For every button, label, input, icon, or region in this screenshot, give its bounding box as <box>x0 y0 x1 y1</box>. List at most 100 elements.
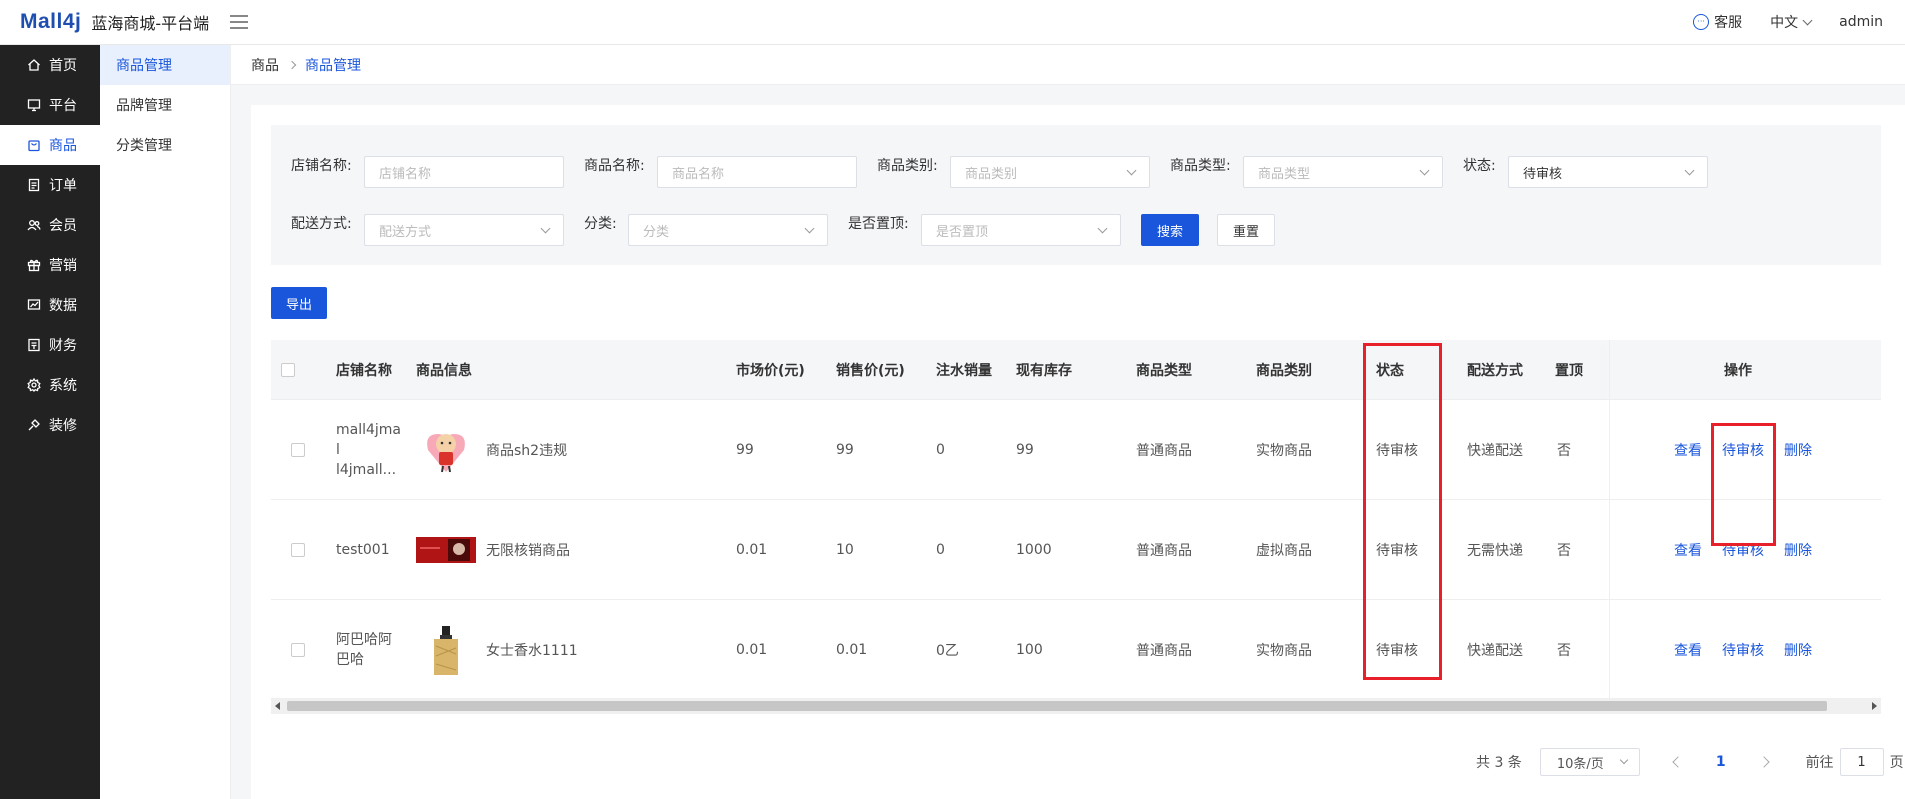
product-name-input[interactable]: 商品名称 <box>657 156 857 188</box>
product-type: 普通商品 <box>1136 443 1192 459</box>
sidebar-item-label: 数据 <box>49 298 77 314</box>
product-name: 商品sh2违规 <box>486 443 568 459</box>
sidebar-item-label: 装修 <box>49 418 77 434</box>
top-cell: 否 <box>1557 443 1571 459</box>
audit-button[interactable]: 待审核 <box>1722 540 1764 560</box>
document-icon <box>27 178 41 192</box>
gift-icon <box>27 258 41 272</box>
stock: 99 <box>1016 442 1034 458</box>
view-button[interactable]: 查看 <box>1674 440 1702 460</box>
shop-name: mall4jmal l4jmall... <box>336 422 402 478</box>
pinned-label: 是否置顶: <box>848 216 909 232</box>
chevron-right-icon <box>287 60 297 69</box>
menu-toggle-icon[interactable] <box>230 15 248 29</box>
col-status: 状态 <box>1376 363 1404 379</box>
prev-page-icon[interactable] <box>1672 756 1684 768</box>
row-checkbox[interactable] <box>291 543 305 557</box>
chevron-down-icon <box>540 223 551 234</box>
sidebar-item-data[interactable]: 数据 <box>0 285 100 325</box>
page-number[interactable]: 1 <box>1716 754 1726 770</box>
chevron-down-icon <box>1419 165 1430 176</box>
product-type-select[interactable]: 商品类型 <box>1243 156 1443 188</box>
pinned-select[interactable]: 是否置顶 <box>921 214 1121 246</box>
col-fake-sales: 注水销量 <box>936 363 992 379</box>
next-page-icon[interactable] <box>1757 756 1770 768</box>
main-card: 店铺名称: 店铺名称 商品名称: 商品名称 商品类别: 商品类别 商品类型: 商… <box>251 105 1905 799</box>
delete-button[interactable]: 删除 <box>1784 440 1812 460</box>
category-placeholder: 分类 <box>643 224 670 240</box>
horizontal-scrollbar[interactable] <box>271 698 1881 714</box>
fake-sales: 0乙 <box>936 643 959 659</box>
sidebar-item-products[interactable]: 商品 <box>0 125 100 165</box>
sidebar-item-label: 订单 <box>49 178 77 194</box>
export-button[interactable]: 导出 <box>271 287 327 319</box>
sidebar-item-orders[interactable]: 订单 <box>0 165 100 205</box>
language-label: 中文 <box>1770 15 1799 31</box>
submenu-item-brand-management[interactable]: 品牌管理 <box>100 85 230 125</box>
product-thumbnail <box>416 420 476 480</box>
sidebar-item-finance[interactable]: 财务 <box>0 325 100 365</box>
scroll-right-icon[interactable] <box>1872 702 1877 710</box>
page-size-select[interactable]: 10条/页 <box>1539 748 1640 776</box>
users-icon <box>27 218 41 232</box>
sidebar-item-marketing[interactable]: 营销 <box>0 245 100 285</box>
fake-sales: 0 <box>936 442 945 458</box>
product-thumbnail <box>416 537 476 563</box>
delete-button[interactable]: 删除 <box>1784 540 1812 560</box>
delivery-cell: 无需快递 <box>1467 543 1523 559</box>
sidebar-item-decoration[interactable]: 装修 <box>0 405 100 445</box>
sidebar-item-home[interactable]: 首页 <box>0 45 100 85</box>
sidebar-item-members[interactable]: 会员 <box>0 205 100 245</box>
sidebar-item-platform[interactable]: 平台 <box>0 85 100 125</box>
status-value: 待审核 <box>1523 166 1563 182</box>
shop-name-placeholder: 店铺名称 <box>379 166 432 182</box>
top-cell: 否 <box>1557 543 1571 559</box>
delivery-select[interactable]: 配送方式 <box>364 214 564 246</box>
audit-button[interactable]: 待审核 <box>1722 440 1764 460</box>
reset-button[interactable]: 重置 <box>1217 214 1275 246</box>
filter-panel: 店铺名称: 店铺名称 商品名称: 商品名称 商品类别: 商品类别 商品类型: 商… <box>271 125 1881 265</box>
support-link[interactable]: ··· 客服 <box>1693 12 1742 32</box>
category-select[interactable]: 分类 <box>628 214 828 246</box>
delete-button[interactable]: 删除 <box>1784 640 1812 660</box>
fake-sales: 0 <box>936 542 945 558</box>
audit-button[interactable]: 待审核 <box>1722 640 1764 660</box>
product-category-placeholder: 商品类别 <box>965 166 1018 182</box>
product-category: 虚拟商品 <box>1256 543 1312 559</box>
user-menu[interactable]: admin <box>1839 14 1883 30</box>
row-checkbox[interactable] <box>291 643 305 657</box>
goto-label: 前往 <box>1805 755 1834 771</box>
status-select[interactable]: 待审核 <box>1508 156 1708 188</box>
col-shop: 店铺名称 <box>336 363 392 379</box>
delivery-cell: 快递配送 <box>1467 643 1523 659</box>
goto-page-input[interactable]: 1 <box>1839 748 1884 776</box>
col-market-price: 市场价(元) <box>736 363 805 379</box>
scrollbar-thumb[interactable] <box>287 701 1827 711</box>
chevron-down-icon <box>1126 165 1137 176</box>
product-category-select[interactable]: 商品类别 <box>950 156 1150 188</box>
view-button[interactable]: 查看 <box>1674 640 1702 660</box>
sale-price: 10 <box>836 542 854 558</box>
product-name: 无限核销商品 <box>486 543 570 559</box>
view-button[interactable]: 查看 <box>1674 540 1702 560</box>
row-checkbox[interactable] <box>291 443 305 457</box>
scroll-left-icon[interactable] <box>275 702 280 710</box>
sidebar-item-label: 平台 <box>49 98 77 114</box>
product-category-label: 商品类别: <box>877 158 938 174</box>
product-type-placeholder: 商品类型 <box>1258 166 1311 182</box>
language-select[interactable]: 中文 <box>1770 12 1813 32</box>
sidebar-item-system[interactable]: 系统 <box>0 365 100 405</box>
submenu-item-product-management[interactable]: 商品管理 <box>100 45 230 85</box>
submenu-item-category-management[interactable]: 分类管理 <box>100 125 230 165</box>
table-row: mall4jmal l4jmall... 商品sh2违规 99 99 0 99 普… <box>271 400 1881 500</box>
table-header: 店铺名称 商品信息 市场价(元) 销售价(元) 注水销量 现有库存 商品类型 商… <box>271 340 1881 400</box>
search-button[interactable]: 搜索 <box>1141 214 1199 246</box>
status-cell: 待审核 <box>1376 543 1418 559</box>
product-type: 普通商品 <box>1136 543 1192 559</box>
logo[interactable]: Mall4j 蓝海商城-平台端 <box>0 10 230 34</box>
select-all-checkbox[interactable] <box>281 363 295 377</box>
pagination: 共 3 条 10条/页 1 前往 1 页 <box>1476 748 1904 776</box>
breadcrumb-parent[interactable]: 商品 <box>251 55 279 75</box>
sale-price: 99 <box>836 442 854 458</box>
shop-name-input[interactable]: 店铺名称 <box>364 156 564 188</box>
